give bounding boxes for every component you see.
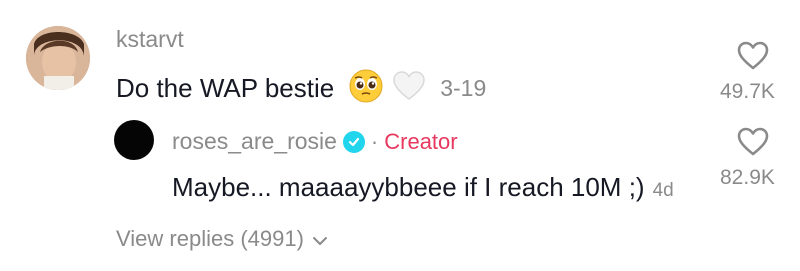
reply-like-count: 82.9K: [720, 166, 775, 189]
reply-header: roses_are_rosie · Creator: [172, 128, 458, 155]
commenter-avatar[interactable]: [26, 26, 90, 90]
creator-username[interactable]: roses_are_rosie: [172, 128, 337, 155]
white-heart-emoji: [392, 70, 426, 107]
creator-avatar[interactable]: [114, 120, 154, 160]
commenter-username[interactable]: kstarvt: [116, 26, 184, 53]
comment-like-count: 49.7K: [720, 80, 775, 103]
comment-body: Do the WAP bestie 3-19: [116, 68, 486, 109]
creator-badge: Creator: [384, 128, 458, 154]
reply-body: Maybe... maaaayybbeee if I reach 10M ;) …: [172, 172, 674, 203]
chevron-down-icon: [312, 226, 328, 252]
view-replies-button[interactable]: View replies (4991): [116, 226, 328, 252]
reply-age: 4d: [652, 180, 674, 201]
like-comment-heart-icon[interactable]: [736, 40, 770, 72]
comment-text: Do the WAP bestie: [116, 73, 335, 103]
view-replies-label: View replies (4991): [116, 226, 304, 251]
pleading-face-emoji: [348, 68, 384, 109]
comment-date: 3-19: [440, 75, 487, 101]
separator-dot: ·: [370, 128, 379, 154]
verified-badge-icon: [342, 130, 365, 153]
like-reply-heart-icon[interactable]: [736, 126, 770, 158]
reply-text: Maybe... maaaayybbeee if I reach 10M ;): [172, 172, 645, 202]
